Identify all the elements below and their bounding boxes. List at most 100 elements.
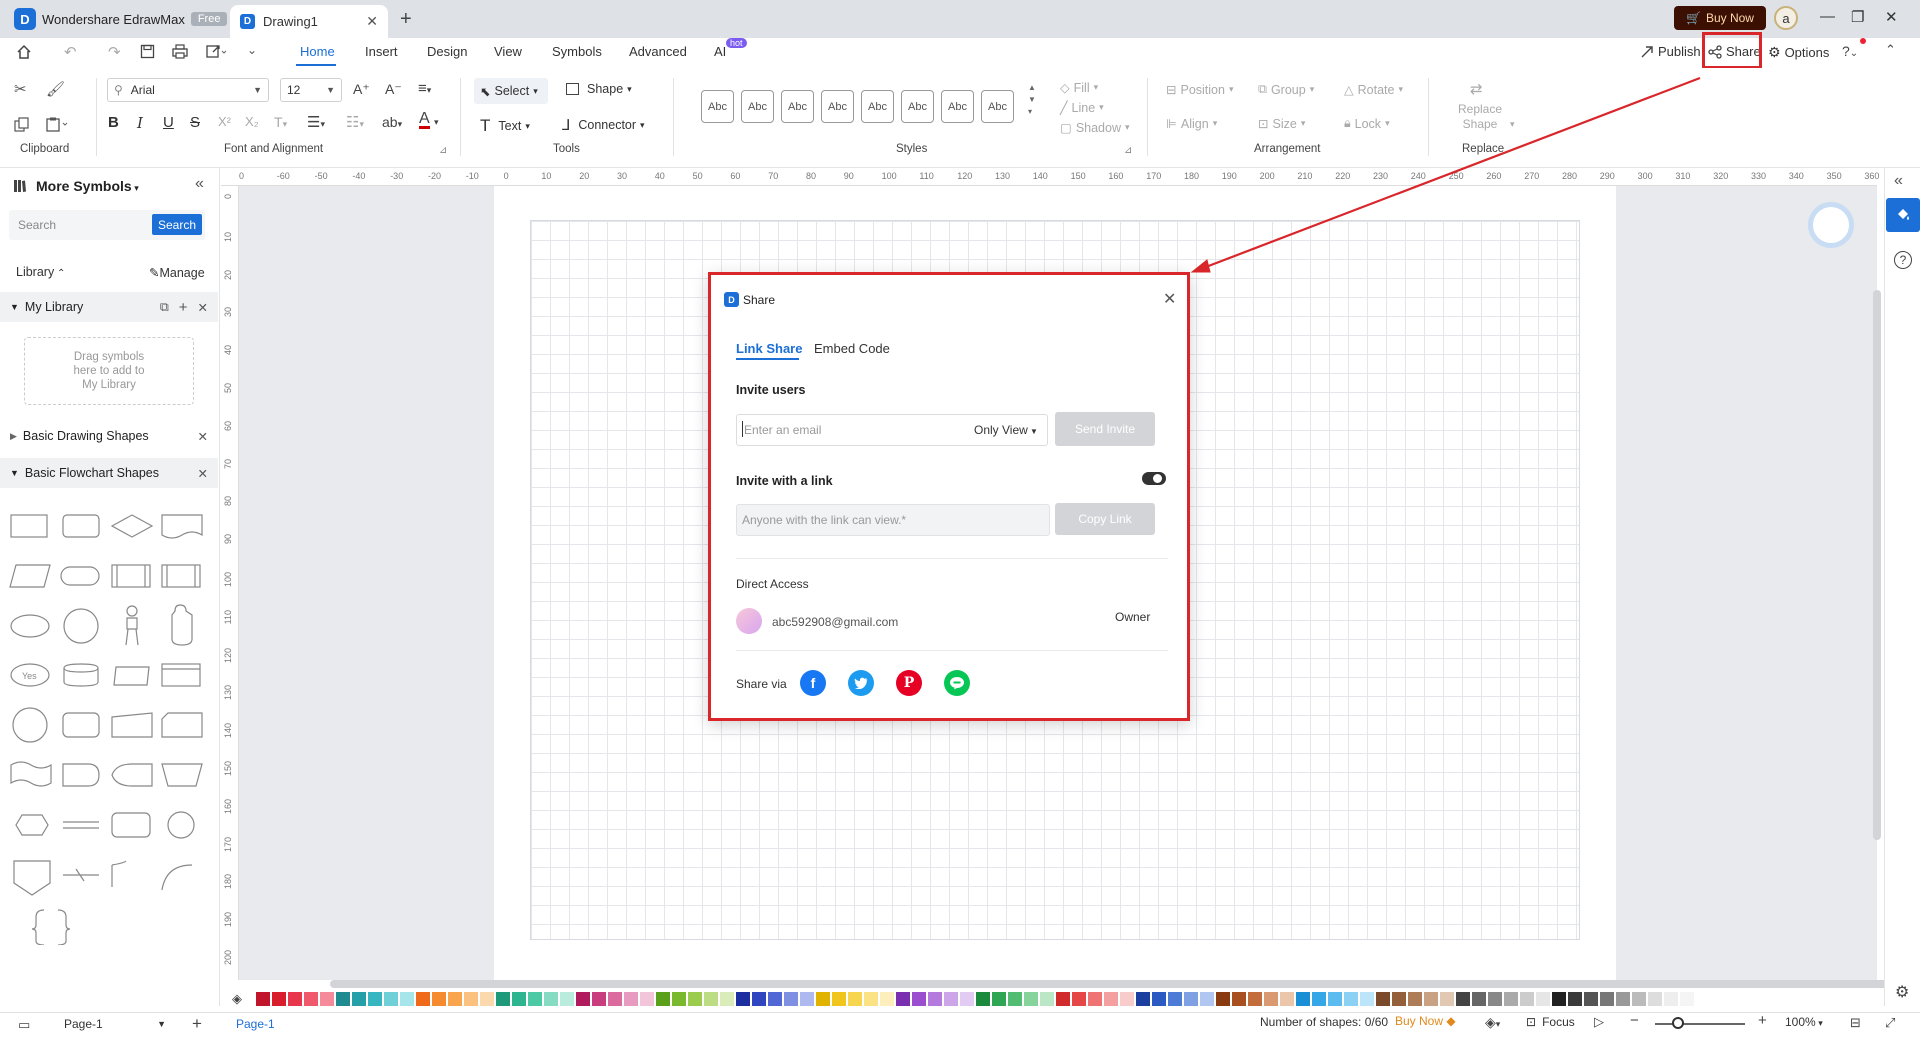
close-library-icon[interactable]: ✕ [198, 466, 208, 481]
copy-link-button[interactable]: Copy Link [1055, 503, 1155, 535]
internal-storage-alt-shape[interactable] [161, 663, 201, 687]
link-sharing-toggle[interactable] [1142, 472, 1166, 485]
settings-gear-icon[interactable]: ⚙ [1895, 982, 1909, 1002]
color-swatch[interactable] [1360, 992, 1374, 1006]
style-gallery-scroll-icon[interactable]: ▲ ▼ ▾ [1028, 82, 1036, 118]
page-tab[interactable]: Page-1 [236, 1017, 275, 1031]
style-swatch[interactable]: Abc [941, 90, 974, 123]
color-swatch[interactable] [304, 992, 318, 1006]
user-avatar[interactable]: a [1774, 6, 1798, 30]
color-swatch[interactable] [1504, 992, 1518, 1006]
stored-data-shape[interactable] [63, 663, 99, 687]
color-swatch[interactable] [336, 992, 350, 1006]
document-shape[interactable] [161, 514, 203, 539]
line-icon[interactable] [944, 670, 970, 696]
color-swatch[interactable] [688, 992, 702, 1006]
fit-page-icon[interactable]: ⊟ [1850, 1015, 1861, 1031]
color-swatch[interactable] [1248, 992, 1262, 1006]
color-swatch[interactable] [464, 992, 478, 1006]
color-swatch[interactable] [1600, 992, 1614, 1006]
library-basic-flowchart-row[interactable]: ▼ Basic Flowchart Shapes ✕ [0, 458, 218, 488]
print-icon[interactable] [172, 44, 188, 59]
ellipse-shape[interactable] [10, 614, 50, 638]
preparation-shape[interactable] [15, 814, 49, 836]
color-swatch[interactable] [800, 992, 814, 1006]
italic-icon[interactable]: I [137, 114, 143, 132]
style-swatch[interactable]: Abc [861, 90, 894, 123]
menu-advanced[interactable]: Advanced [629, 44, 687, 59]
color-swatch[interactable] [1488, 992, 1502, 1006]
publish-button[interactable]: Publish [1640, 44, 1701, 59]
color-swatch[interactable] [1216, 992, 1230, 1006]
decision-shape[interactable] [110, 514, 154, 538]
punched-tape-shape[interactable] [10, 761, 52, 787]
color-swatch[interactable] [1136, 992, 1150, 1006]
paste-icon[interactable] [46, 117, 72, 132]
style-swatch[interactable]: Abc [981, 90, 1014, 123]
color-swatch[interactable] [1200, 992, 1214, 1006]
expand-styles-dialog-icon[interactable]: ⊿ [1124, 145, 1132, 156]
color-swatch[interactable] [656, 992, 670, 1006]
search-button[interactable]: Search [152, 214, 202, 235]
menu-view[interactable]: View [494, 44, 522, 59]
text-tool-button[interactable]: T Text ▾ [480, 116, 530, 136]
process-shape[interactable] [10, 514, 48, 538]
color-swatch[interactable] [896, 992, 910, 1006]
style-swatch[interactable]: Abc [781, 90, 814, 123]
bold-icon[interactable]: B [108, 114, 119, 131]
replace-shape-button[interactable]: Replace Shape [1458, 102, 1502, 132]
color-swatch[interactable] [1104, 992, 1118, 1006]
color-swatch[interactable] [384, 992, 398, 1006]
copy-icon[interactable] [14, 117, 29, 132]
color-swatch[interactable] [1344, 992, 1358, 1006]
color-swatch[interactable] [784, 992, 798, 1006]
font-color-icon[interactable]: A [419, 111, 430, 129]
color-swatch[interactable] [368, 992, 382, 1006]
library-drop-zone[interactable]: Drag symbols here to add to My Library [24, 337, 194, 405]
small-circle-shape[interactable] [167, 811, 195, 839]
color-swatch[interactable] [1648, 992, 1662, 1006]
help-icon[interactable]: ?⌄ [1842, 43, 1858, 59]
color-swatch[interactable] [1280, 992, 1294, 1006]
annotation-shape[interactable] [111, 860, 127, 887]
color-swatch[interactable] [480, 992, 494, 1006]
strikethrough-icon[interactable]: S [190, 114, 200, 131]
color-swatch[interactable] [736, 992, 750, 1006]
color-swatch[interactable] [1296, 992, 1310, 1006]
off-page-shape[interactable] [161, 712, 203, 738]
off-page-reference-shape[interactable] [13, 860, 51, 896]
document-tab[interactable]: D Drawing1 ✕ [230, 5, 388, 38]
status-buy-now-link[interactable]: Buy Now ◆ [1395, 1014, 1456, 1028]
color-swatch[interactable] [608, 992, 622, 1006]
display-shape[interactable] [62, 712, 100, 738]
color-swatch[interactable] [640, 992, 654, 1006]
color-swatch[interactable] [1024, 992, 1038, 1006]
color-swatch[interactable] [960, 992, 974, 1006]
decrease-font-icon[interactable]: A⁻ [385, 81, 402, 98]
color-swatch[interactable] [752, 992, 766, 1006]
menu-design[interactable]: Design [427, 44, 467, 59]
font-size-select[interactable]: 12 ▼ [280, 78, 342, 102]
color-swatch[interactable] [816, 992, 830, 1006]
color-swatch[interactable] [1232, 992, 1246, 1006]
color-swatch[interactable] [288, 992, 302, 1006]
color-swatch[interactable] [400, 992, 414, 1006]
text-background-icon[interactable]: ab▾ [382, 114, 402, 130]
add-page-plus-icon[interactable]: + [192, 1014, 202, 1034]
color-swatch[interactable] [1088, 992, 1102, 1006]
color-swatch[interactable] [704, 992, 718, 1006]
color-swatch[interactable] [768, 992, 782, 1006]
color-swatch[interactable] [1184, 992, 1198, 1006]
play-icon[interactable]: ▷ [1594, 1014, 1604, 1030]
home-icon[interactable] [16, 44, 32, 60]
color-swatch[interactable] [544, 992, 558, 1006]
color-swatch[interactable] [512, 992, 526, 1006]
terminator-shape[interactable] [60, 566, 100, 586]
trapezoid-shape[interactable] [161, 763, 203, 787]
size-button[interactable]: ⊡ Size ▾ [1258, 116, 1305, 132]
line-spacing-icon[interactable]: ☰▾ [307, 113, 325, 131]
color-swatch[interactable] [272, 992, 286, 1006]
options-button[interactable]: ⚙ Options [1768, 44, 1829, 61]
rounded-rect-shape[interactable] [111, 812, 151, 838]
color-swatch[interactable] [1376, 992, 1390, 1006]
